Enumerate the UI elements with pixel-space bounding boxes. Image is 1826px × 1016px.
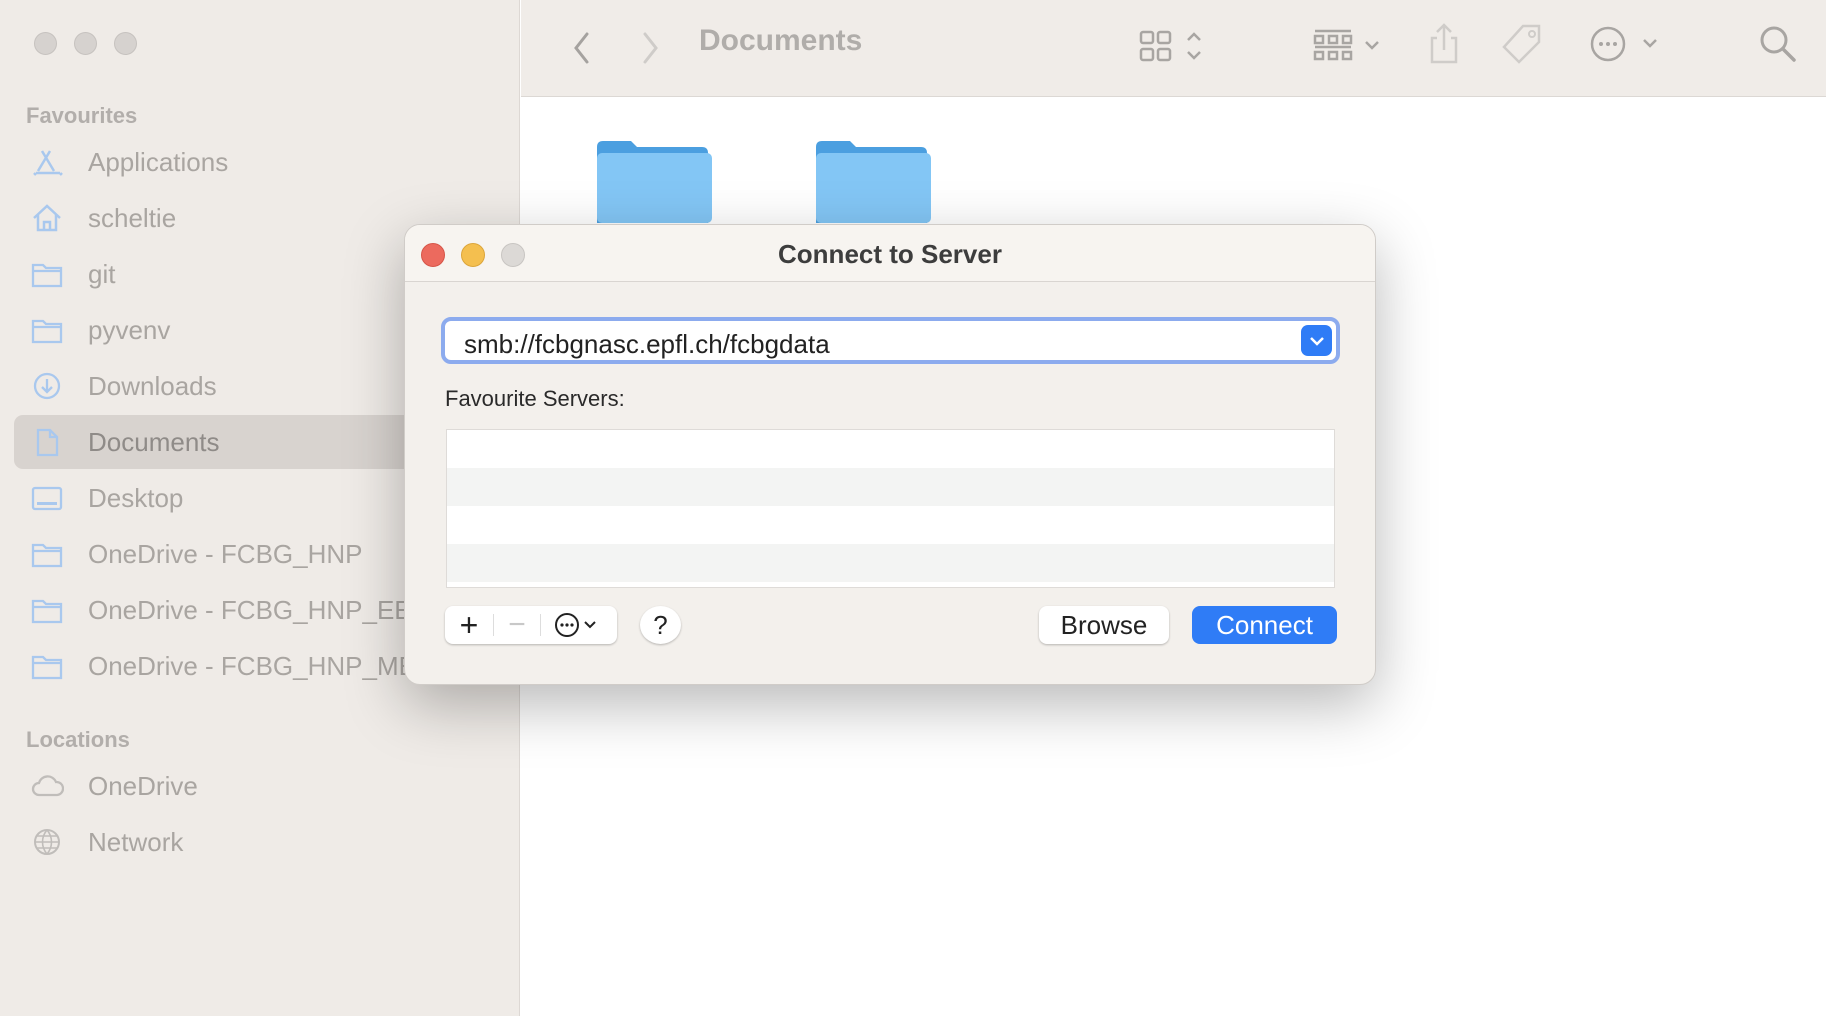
folder-icon[interactable] [593, 137, 712, 223]
chevron-left-icon [574, 32, 589, 64]
share-icon [1430, 23, 1458, 64]
folder-icon[interactable] [812, 137, 931, 223]
sidebar-item-label: OneDrive - FCBG_HNP [88, 538, 363, 569]
sidebar-item-onedrive[interactable]: OneDrive [14, 759, 534, 813]
search-button[interactable] [1758, 24, 1798, 64]
sidebar-item-label: Network [88, 826, 184, 857]
browse-button[interactable]: Browse [1039, 606, 1169, 644]
search-icon [1760, 26, 1796, 62]
sidebar-item-label: Downloads [88, 370, 217, 401]
back-button[interactable] [566, 28, 596, 68]
forward-button[interactable] [636, 28, 666, 68]
server-address-combobox[interactable]: smb://fcbgnasc.epfl.ch/fcbgdata [441, 317, 1340, 364]
home-icon [30, 203, 64, 233]
sidebar-item-label: Documents [88, 426, 220, 457]
globe-icon [30, 827, 64, 857]
favourite-servers-list[interactable] [446, 429, 1335, 588]
sidebar-item-label: OneDrive - FCBG_HNP_EEG [88, 594, 432, 625]
favourites-heading: Favourites [26, 103, 138, 128]
dialog-title: Connect to Server [778, 239, 1002, 269]
document-icon [30, 427, 64, 457]
connect-button[interactable]: Connect [1192, 606, 1337, 644]
close-window-button[interactable] [34, 32, 57, 55]
folder-icon [30, 315, 64, 345]
recent-servers-dropdown[interactable] [1301, 325, 1332, 356]
sidebar-item-label: scheltie [88, 202, 177, 233]
window-title: Documents [699, 24, 863, 57]
group-button[interactable] [1312, 26, 1384, 66]
chevron-down-icon [1309, 336, 1324, 346]
chevron-right-icon [643, 32, 658, 64]
folder-icon [30, 595, 64, 625]
sidebar-item-label: pyvenv [88, 314, 171, 345]
ellipsis-circle-icon [555, 613, 596, 637]
locations-heading: Locations [26, 727, 130, 752]
sidebar-item-label: OneDrive - FCBG_HNP_MEG [88, 650, 437, 681]
server-actions-segmented: + − [445, 606, 617, 644]
folder-icon [30, 259, 64, 289]
icon-view-icon [1139, 30, 1201, 62]
tag-button[interactable] [1500, 22, 1544, 66]
server-options-button[interactable] [541, 610, 613, 640]
applications-icon [30, 147, 64, 177]
share-button[interactable] [1426, 22, 1462, 64]
server-address-input[interactable]: smb://fcbgnasc.epfl.ch/fcbgdata [464, 329, 830, 360]
desktop-icon [30, 483, 64, 513]
view-mode-button[interactable] [1138, 26, 1208, 66]
sidebar-item-label: OneDrive [88, 770, 198, 801]
favourite-servers-label: Favourite Servers: [445, 386, 625, 411]
help-button[interactable]: ? [640, 606, 681, 644]
connect-to-server-dialog: Connect to Server smb://fcbgnasc.epfl.ch… [404, 224, 1376, 685]
sidebar-item-label: git [88, 258, 116, 289]
folder-icon [30, 539, 64, 569]
minimize-window-button[interactable] [74, 32, 97, 55]
remove-server-button[interactable]: − [494, 608, 540, 642]
group-icon [1313, 29, 1379, 61]
sidebar-item-label: Applications [88, 146, 229, 177]
sidebar-item-label: Desktop [88, 482, 184, 513]
download-icon [30, 371, 64, 401]
add-server-button[interactable]: + [445, 607, 493, 644]
tag-icon [1502, 24, 1541, 64]
cloud-icon [30, 771, 64, 801]
dialog-titlebar: Connect to Server [405, 225, 1375, 282]
folder-icon [30, 651, 64, 681]
zoom-window-button[interactable] [114, 32, 137, 55]
more-actions-button[interactable] [1588, 24, 1660, 64]
sidebar-item-applications[interactable]: Applications [14, 135, 534, 189]
ellipsis-circle-icon [1590, 26, 1657, 62]
sidebar-item-network[interactable]: Network [14, 815, 534, 869]
